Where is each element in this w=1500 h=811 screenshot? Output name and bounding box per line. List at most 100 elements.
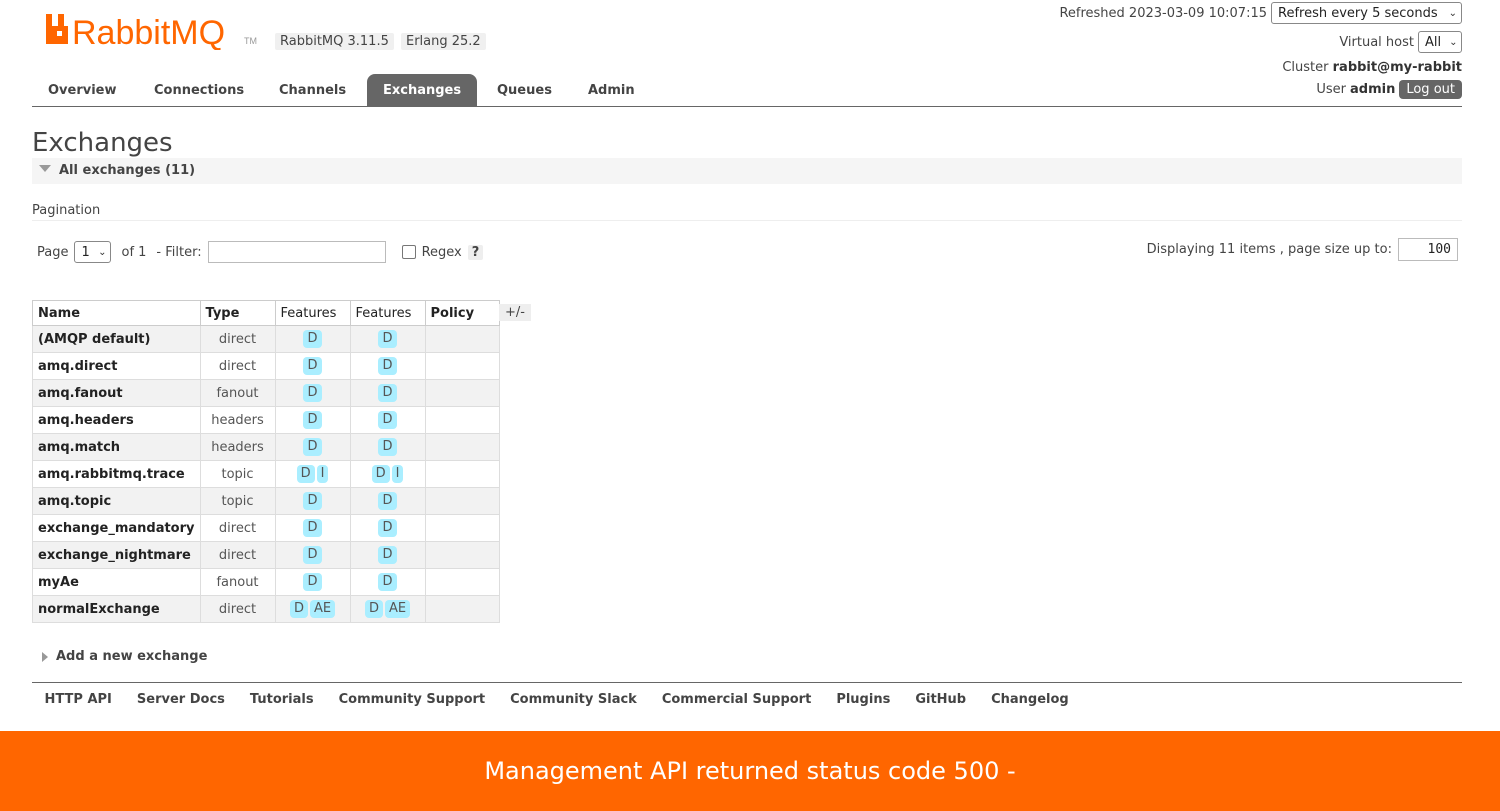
exchange-name-link[interactable]: amq.rabbitmq.trace (32, 460, 201, 488)
vhost-line: Virtual host All ⌄ (1339, 31, 1462, 53)
page-select[interactable]: 1 ⌄ (74, 241, 112, 263)
tab-channels[interactable]: Channels (263, 74, 362, 106)
vhost-label: Virtual host (1339, 34, 1414, 50)
col-features-header-2: Features (349, 300, 426, 326)
col-policy-header[interactable]: Policy (424, 300, 500, 326)
exchange-name-link[interactable]: amq.topic (32, 487, 201, 515)
exchange-name-link[interactable]: amq.fanout (32, 379, 201, 407)
regex-label: Regex (421, 244, 462, 260)
feature-tag: I (316, 465, 329, 483)
tab-admin[interactable]: Admin (572, 74, 651, 106)
rabbitmq-logo[interactable]: RabbitMQ TM (44, 12, 259, 50)
exchange-name-link[interactable]: (AMQP default) (32, 325, 201, 353)
exchange-features: D (274, 352, 351, 380)
exchange-features: D (349, 406, 426, 434)
exchange-features: D (349, 541, 426, 569)
add-exchange-label: Add a new exchange (56, 649, 208, 664)
table-row: exchange_nightmare direct D D (32, 541, 500, 569)
feature-tag: D (378, 411, 397, 429)
exchange-type: headers (199, 406, 276, 434)
footer-link-changelog[interactable]: Changelog (979, 692, 1082, 707)
footer-link-plugins[interactable]: Plugins (824, 692, 903, 707)
exchanges-table-body: (AMQP default) direct D Damq.direct direct D D… (32, 325, 500, 623)
exchange-name-link[interactable]: normalExchange (32, 595, 201, 623)
regex-help-icon[interactable]: ? (467, 244, 484, 260)
footer-link-tutorials[interactable]: Tutorials (237, 692, 326, 707)
footer-link-http-api[interactable]: HTTP API (32, 692, 124, 707)
feature-tag: D (364, 600, 383, 618)
exchange-features: D (274, 406, 351, 434)
footer-link-community-support[interactable]: Community Support (326, 692, 498, 707)
main-nav: Overview Connections Channels Exchanges … (32, 74, 1462, 107)
page-title: Exchanges (32, 128, 173, 158)
footer-link-commercial-support[interactable]: Commercial Support (649, 692, 824, 707)
toggle-columns-button[interactable]: +/- (499, 304, 531, 321)
feature-tag: D (289, 600, 308, 618)
cluster-label: Cluster (1282, 60, 1329, 75)
exchange-policy (424, 433, 500, 461)
page-count: of 1 (121, 244, 147, 260)
exchange-type: topic (199, 460, 276, 488)
footer-link-github[interactable]: GitHub (903, 692, 979, 707)
exchange-policy (424, 595, 500, 623)
tab-queues[interactable]: Queues (481, 74, 568, 106)
feature-tag: D (378, 384, 397, 402)
regex-checkbox[interactable] (401, 245, 416, 259)
feature-tag: D (303, 573, 322, 591)
feature-tag: D (371, 465, 390, 483)
exchange-name-link[interactable]: amq.match (32, 433, 201, 461)
exchange-name-link[interactable]: myAe (32, 568, 201, 596)
vhost-select[interactable]: All ⌄ (1418, 31, 1462, 53)
triangle-down-icon (39, 165, 51, 172)
exchange-policy (424, 460, 500, 488)
feature-tag: D (303, 384, 322, 402)
filter-input[interactable] (207, 241, 386, 263)
table-row: myAe fanout D D (32, 568, 500, 596)
exchange-type: direct (199, 325, 276, 353)
tab-overview[interactable]: Overview (32, 74, 133, 106)
col-type-header[interactable]: Type (199, 300, 276, 326)
exchange-policy (424, 352, 500, 380)
table-row: normalExchange direct D AE D AE (32, 595, 500, 623)
exchange-features: D (274, 514, 351, 542)
feature-tag: D (378, 330, 397, 348)
exchange-policy (424, 487, 500, 515)
rabbitmq-version: RabbitMQ 3.11.5 (275, 33, 394, 50)
feature-tag: AE (384, 600, 411, 618)
exchange-name-link[interactable]: amq.headers (32, 406, 201, 434)
page-size-input[interactable]: 100 (1398, 238, 1458, 261)
all-exchanges-section-toggle[interactable]: All exchanges (11) (32, 158, 1462, 184)
exchange-features: D (349, 433, 426, 461)
exchange-type: fanout (199, 379, 276, 407)
error-banner: Management API returned status code 500 … (0, 731, 1500, 811)
feature-tag: D (378, 573, 397, 591)
feature-tag: D (378, 519, 397, 537)
col-name-header[interactable]: Name (32, 300, 201, 326)
refreshed-timestamp: Refreshed 2023-03-09 10:07:15 (1059, 5, 1267, 21)
page-select-value: 1 (81, 244, 90, 260)
page-label: Page (37, 244, 69, 260)
table-row: amq.headers headers D D (32, 406, 500, 434)
tab-connections[interactable]: Connections (138, 74, 260, 106)
exchange-features: D (274, 568, 351, 596)
exchange-name-link[interactable]: exchange_nightmare (32, 541, 201, 569)
table-row: amq.rabbitmq.trace topic D I D I (32, 460, 500, 488)
feature-tag: D (303, 546, 322, 564)
exchange-features: D (349, 352, 426, 380)
footer-links: HTTP API Server Docs Tutorials Community… (32, 692, 1081, 707)
footer-link-server-docs[interactable]: Server Docs (124, 692, 237, 707)
exchange-name-link[interactable]: amq.direct (32, 352, 201, 380)
footer-link-community-slack[interactable]: Community Slack (498, 692, 650, 707)
add-exchange-section-toggle[interactable]: Add a new exchange (42, 649, 207, 664)
exchange-name-link[interactable]: exchange_mandatory (32, 514, 201, 542)
feature-tag: D (378, 492, 397, 510)
exchange-features: D (274, 487, 351, 515)
tab-exchanges[interactable]: Exchanges (367, 74, 478, 106)
feature-tag: D (303, 519, 322, 537)
exchange-features: D (349, 325, 426, 353)
cluster-line: Cluster rabbit@my-rabbit (1282, 60, 1462, 75)
exchange-policy (424, 406, 500, 434)
table-row: amq.topic topic D D (32, 487, 500, 515)
exchange-features: DI (349, 460, 426, 488)
refresh-interval-select[interactable]: Refresh every 5 seconds ⌄ (1271, 2, 1462, 24)
